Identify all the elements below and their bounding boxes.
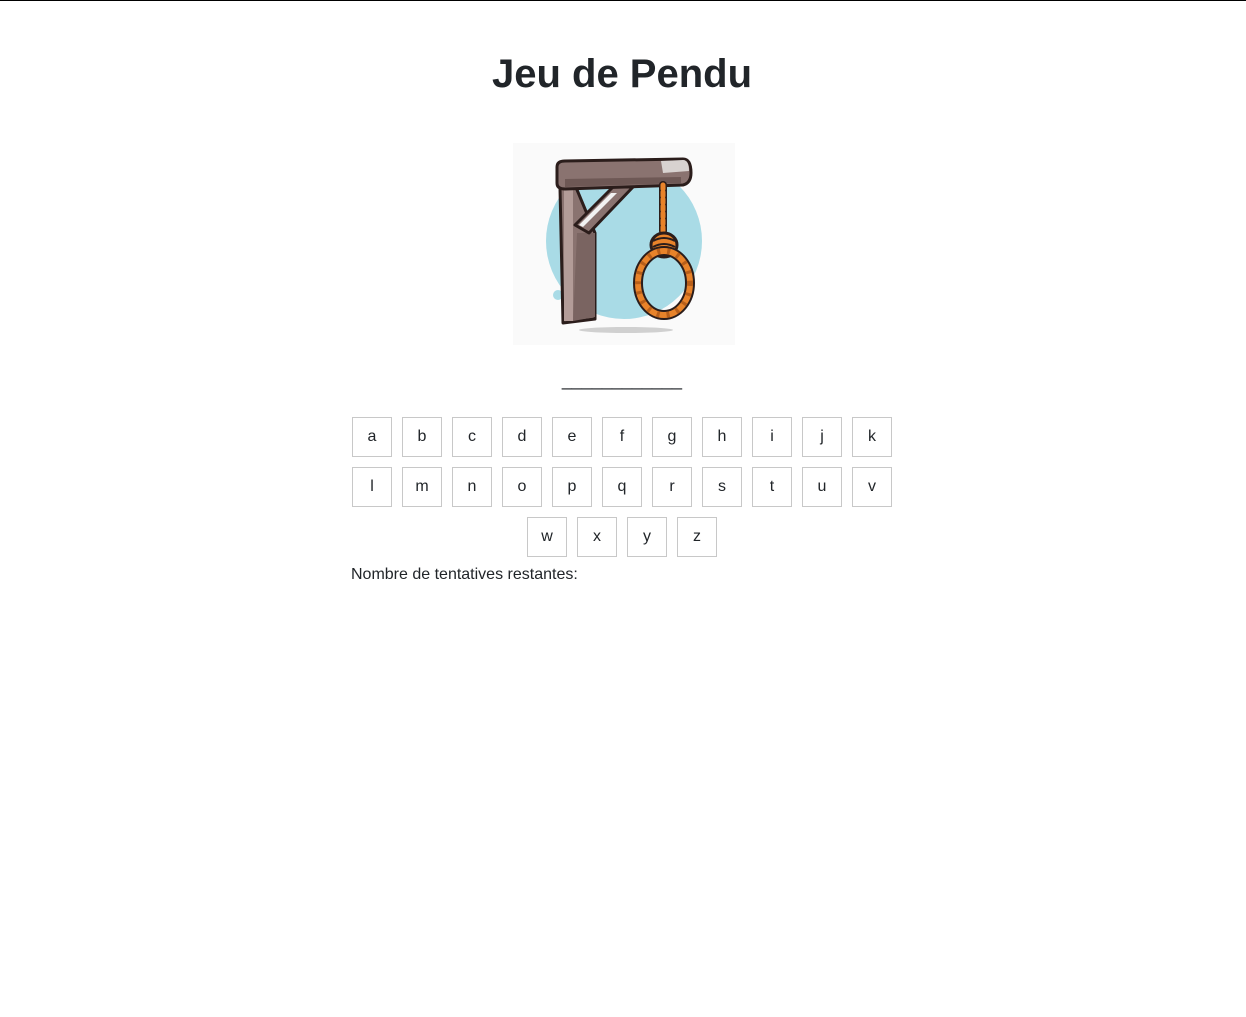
hangman-image	[513, 143, 735, 345]
letter-button-l[interactable]: l	[352, 467, 392, 507]
letter-button-r[interactable]: r	[652, 467, 692, 507]
letter-button-e[interactable]: e	[552, 417, 592, 457]
letter-button-y[interactable]: y	[627, 517, 667, 557]
gallows-noose-icon	[513, 143, 735, 345]
letter-button-w[interactable]: w	[527, 517, 567, 557]
letter-button-c[interactable]: c	[452, 417, 492, 457]
letter-button-z[interactable]: z	[677, 517, 717, 557]
letter-button-n[interactable]: n	[452, 467, 492, 507]
page-title: Jeu de Pendu	[491, 52, 753, 96]
letter-button-h[interactable]: h	[702, 417, 742, 457]
letter-button-s[interactable]: s	[702, 467, 742, 507]
attempts-remaining-label: Nombre de tentatives restantes:	[351, 566, 578, 583]
letter-keyboard: abcdefghijk lmnopqrstuv wxyz	[351, 417, 893, 567]
letter-button-f[interactable]: f	[602, 417, 642, 457]
letter-button-q[interactable]: q	[602, 467, 642, 507]
keyboard-row: lmnopqrstuv	[351, 467, 893, 507]
word-display: ____________	[561, 370, 683, 390]
letter-button-i[interactable]: i	[752, 417, 792, 457]
keyboard-row: abcdefghijk	[351, 417, 893, 457]
letter-button-u[interactable]: u	[802, 467, 842, 507]
window-top-border	[0, 0, 1246, 1]
letter-button-v[interactable]: v	[852, 467, 892, 507]
letter-button-k[interactable]: k	[852, 417, 892, 457]
letter-button-t[interactable]: t	[752, 467, 792, 507]
letter-button-d[interactable]: d	[502, 417, 542, 457]
letter-button-x[interactable]: x	[577, 517, 617, 557]
letter-button-m[interactable]: m	[402, 467, 442, 507]
letter-button-b[interactable]: b	[402, 417, 442, 457]
letter-button-a[interactable]: a	[352, 417, 392, 457]
letter-button-j[interactable]: j	[802, 417, 842, 457]
letter-button-o[interactable]: o	[502, 467, 542, 507]
keyboard-row: wxyz	[351, 517, 893, 557]
letter-button-p[interactable]: p	[552, 467, 592, 507]
letter-button-g[interactable]: g	[652, 417, 692, 457]
